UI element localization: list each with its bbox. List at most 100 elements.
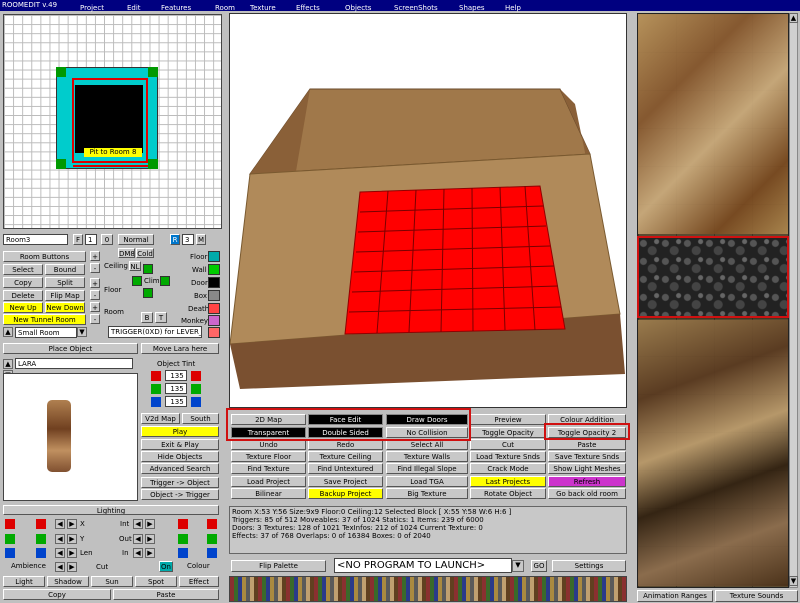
light-paste-button[interactable]: Paste	[113, 589, 219, 600]
animation-ranges-button[interactable]: Animation Ranges	[637, 590, 713, 602]
y-right-icon[interactable]: ▶	[67, 534, 77, 544]
sun-tab[interactable]: Sun	[91, 576, 133, 587]
flip-f-button[interactable]: F	[73, 234, 83, 245]
ambience-red-icon[interactable]	[5, 519, 15, 529]
room-size-down-icon[interactable]: ▼	[77, 327, 87, 337]
load-project-button[interactable]: Load Project	[231, 476, 306, 487]
room-size-up-icon[interactable]: ▲	[3, 327, 13, 337]
colour-green-icon[interactable]	[178, 534, 188, 544]
cut-right-icon[interactable]: ▶	[67, 562, 77, 572]
room-size-select[interactable]: Small Room	[15, 327, 77, 338]
texture-floor-button[interactable]: Texture Floor	[231, 451, 306, 462]
move-lara-here-button[interactable]: Move Lara here	[141, 343, 219, 354]
colour-palette[interactable]	[229, 576, 627, 602]
object-name-field[interactable]: LARA	[15, 358, 133, 369]
go-button[interactable]: GO	[531, 560, 547, 572]
texture-scrollbar[interactable]	[789, 13, 798, 588]
tint-green-plus[interactable]	[191, 384, 201, 394]
ambience-red2-icon[interactable]	[36, 519, 46, 529]
ambience-blue-icon[interactable]	[5, 548, 15, 558]
scroll-up-icon[interactable]: ▲	[789, 13, 798, 23]
save-texture-snds-button[interactable]: Save Texture Snds	[548, 451, 626, 462]
flip-map-button[interactable]: Flip Map	[45, 290, 85, 301]
tint-red-plus[interactable]	[191, 371, 201, 381]
ambience-green-icon[interactable]	[5, 534, 15, 544]
plus-button-2[interactable]: +	[90, 278, 100, 288]
texture-walls-button[interactable]: Texture Walls	[386, 451, 468, 462]
new-tunnel-room-button[interactable]: New Tunnel Room	[3, 314, 86, 325]
tint-green-minus[interactable]	[151, 384, 161, 394]
menu-shapes[interactable]: Shapes	[459, 4, 485, 12]
big-texture-button[interactable]: Big Texture	[386, 488, 468, 499]
in-left-icon[interactable]: ◀	[133, 548, 143, 558]
out-right-icon[interactable]: ▶	[145, 534, 155, 544]
light-copy-button[interactable]: Copy	[3, 589, 111, 600]
load-tga-button[interactable]: Load TGA	[386, 476, 468, 487]
b-button[interactable]: B	[141, 312, 153, 323]
3d-viewport[interactable]	[229, 13, 627, 408]
minus-button-1[interactable]: -	[90, 263, 100, 273]
ambience-blue2-icon[interactable]	[36, 548, 46, 558]
ambience-green2-icon[interactable]	[36, 534, 46, 544]
go-back-old-room-button[interactable]: Go back old room	[548, 488, 626, 499]
last-projects-button[interactable]: Last Projects	[470, 476, 546, 487]
minus-button-2[interactable]: -	[90, 290, 100, 300]
select-button[interactable]: Select	[3, 264, 43, 275]
nl-button[interactable]: NL	[129, 261, 141, 271]
effect-tab[interactable]: Effect	[179, 576, 219, 587]
x-right-icon[interactable]: ▶	[67, 519, 77, 529]
place-object-button[interactable]: Place Object	[3, 343, 138, 354]
m-button[interactable]: M	[196, 234, 206, 245]
colour-green2-icon[interactable]	[207, 534, 217, 544]
climb-down-icon[interactable]	[143, 288, 153, 298]
minus-button-3[interactable]: -	[90, 314, 100, 324]
object-up-icon[interactable]: ▲	[3, 359, 13, 369]
climb-right-icon[interactable]	[160, 276, 170, 286]
trigger-field[interactable]: TRIGGER(0XD) for LEVER_S	[108, 326, 202, 338]
refresh-button[interactable]: Refresh	[548, 476, 626, 487]
tint-red-value[interactable]: 135	[165, 370, 187, 381]
menu-edit[interactable]: Edit	[127, 4, 141, 12]
colour-blue-icon[interactable]	[178, 548, 188, 558]
preview-button[interactable]: Preview	[470, 414, 546, 425]
find-illegal-slope-button[interactable]: Find Illegal Slope	[386, 463, 468, 474]
paste-button[interactable]: Paste	[548, 439, 626, 450]
menu-room[interactable]: Room	[215, 4, 235, 12]
show-light-meshes-button[interactable]: Show Light Meshes	[548, 463, 626, 474]
three-field[interactable]: 3	[182, 234, 194, 245]
v2d-map-button[interactable]: V2d Map	[141, 413, 180, 424]
find-untextured-button[interactable]: Find Untextured	[308, 463, 383, 474]
backup-project-button[interactable]: Backup Project	[308, 488, 383, 499]
copy-room-button[interactable]: Copy	[3, 277, 43, 288]
menu-screenshots[interactable]: ScreenShots	[394, 4, 438, 12]
texture-sounds-button[interactable]: Texture Sounds	[715, 590, 798, 602]
x-left-icon[interactable]: ◀	[55, 519, 65, 529]
menu-effects[interactable]: Effects	[296, 4, 320, 12]
tint-blue-plus[interactable]	[191, 397, 201, 407]
advanced-search-button[interactable]: Advanced Search	[141, 463, 219, 474]
z-left-icon[interactable]: ◀	[55, 548, 65, 558]
out-left-icon[interactable]: ◀	[133, 534, 143, 544]
colour-blue2-icon[interactable]	[207, 548, 217, 558]
light-tab[interactable]: Light	[3, 576, 45, 587]
trigger-to-object-button[interactable]: Trigger -> Object	[141, 477, 219, 488]
settings-button[interactable]: Settings	[552, 560, 626, 572]
play-button[interactable]: Play	[141, 426, 219, 437]
flip-value-field[interactable]: 1	[85, 234, 97, 245]
find-texture-button[interactable]: Find Texture	[231, 463, 306, 474]
menu-project[interactable]: Project	[80, 4, 104, 12]
normal-button[interactable]: Normal	[118, 234, 154, 245]
cut-button[interactable]: Cut	[470, 439, 546, 450]
texture-ceiling-button[interactable]: Texture Ceiling	[308, 451, 383, 462]
south-button[interactable]: South	[182, 413, 219, 424]
colour-red-icon[interactable]	[178, 519, 188, 529]
spot-tab[interactable]: Spot	[135, 576, 177, 587]
y-left-icon[interactable]: ◀	[55, 534, 65, 544]
bilinear-button[interactable]: Bilinear	[231, 488, 306, 499]
exit-play-button[interactable]: Exit & Play	[141, 439, 219, 450]
r-button[interactable]: R	[170, 234, 180, 245]
tint-green-value[interactable]: 135	[165, 383, 187, 394]
plus-button-1[interactable]: +	[90, 251, 100, 261]
z-right-icon[interactable]: ▶	[67, 548, 77, 558]
new-up-button[interactable]: New Up	[3, 302, 43, 313]
